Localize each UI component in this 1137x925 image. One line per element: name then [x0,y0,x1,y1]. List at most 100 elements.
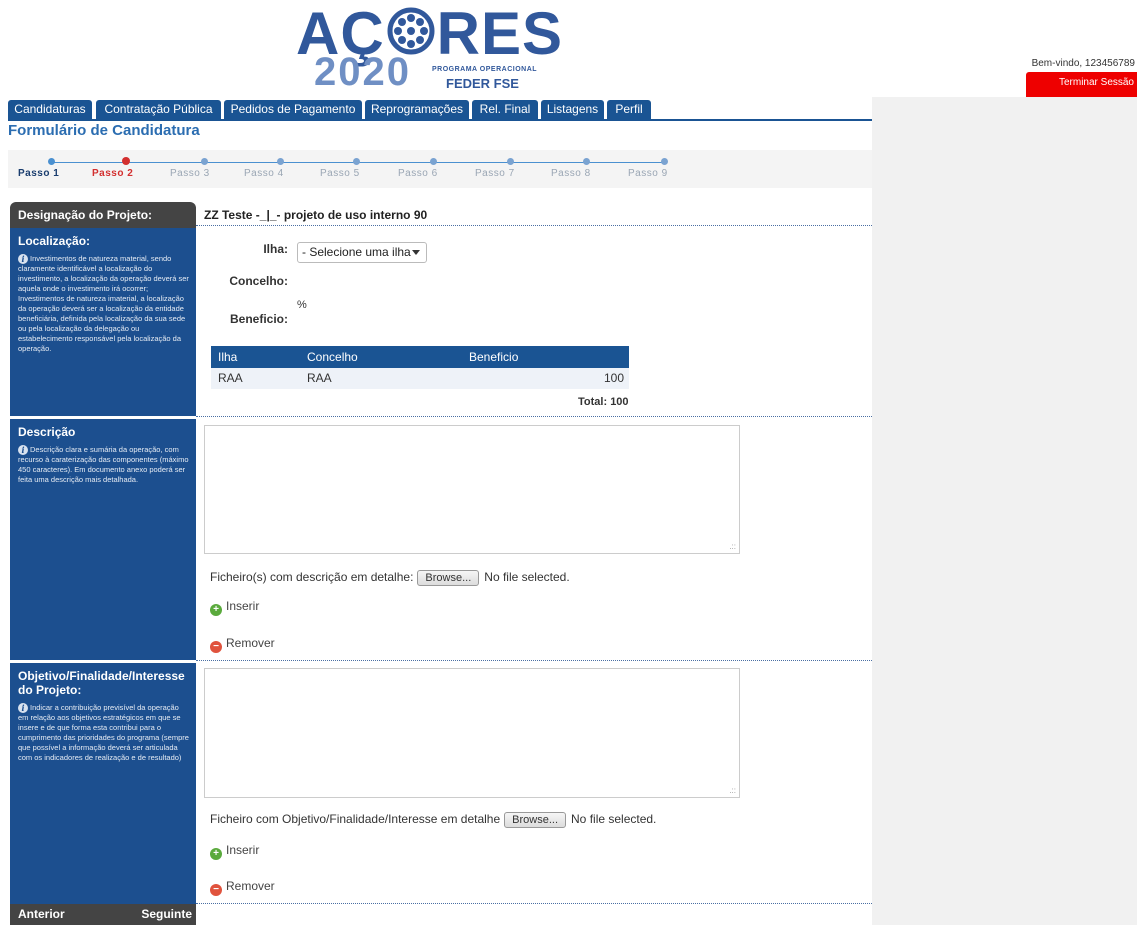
acores-2020-logo: AÇ RES 2020 PROGRAMA OPERACIONAL FEDER F… [296,4,562,94]
descricao-insert-button[interactable]: + Inserir [210,599,259,616]
next-button[interactable]: Seguinte [141,904,192,925]
localizacao-table: Ilha Concelho Beneficio RAA RAA 100 [211,346,629,389]
divider [196,660,872,661]
logout-button[interactable]: Terminar Sessão [1026,72,1137,97]
ilha-label: Ilha: [263,242,288,256]
step-navigation: Anterior Seguinte [10,904,196,925]
step-4-dot [277,158,284,165]
plus-icon: + [210,604,222,616]
localizacao-sidebar: Localização: i Investimentos de natureza … [10,228,196,416]
step-3-label[interactable]: Passo 3 [170,168,210,179]
table-row[interactable]: RAA RAA 100 [211,368,629,389]
logo-funds: FEDER FSE [446,76,519,91]
descricao-sidebar: Descrição i Descrição clara e sumária da … [10,419,196,660]
divider [196,903,872,904]
table-total: Total: 100 [578,396,629,408]
minus-icon: − [210,884,222,896]
total-label: Total: [578,396,608,408]
step-6-label[interactable]: Passo 6 [398,168,438,179]
ilha-select-value: - Selecione uma ilha - [302,245,419,259]
objetivo-remove-button[interactable]: − Remover [210,879,275,896]
divider [196,225,872,226]
objetivo-remove-label: Remover [226,879,275,893]
descricao-no-file: No file selected. [484,570,570,584]
descricao-remove-button[interactable]: − Remover [210,636,275,653]
step-2-label[interactable]: Passo 2 [92,168,133,179]
objetivo-textarea[interactable]: .:: [204,668,740,798]
tab-underline [8,119,872,121]
resize-grip-icon[interactable]: .:: [729,543,736,551]
step-3-dot [201,158,208,165]
descricao-title: Descrição [18,425,76,439]
step-5-dot [353,158,360,165]
objetivo-help: Indicar a contribuição previsível da ope… [18,703,189,762]
tab-contratacao-publica[interactable]: Contratação Pública [96,100,221,119]
info-icon: i [18,254,28,264]
logo-program: PROGRAMA OPERACIONAL [432,66,538,73]
welcome-text: Bem-vindo, 123456789 [1031,58,1135,69]
tab-rel-final[interactable]: Rel. Final [472,100,538,119]
tab-candidaturas[interactable]: Candidaturas [8,100,92,119]
beneficio-percent: % [297,299,307,311]
step-7-label[interactable]: Passo 7 [475,168,515,179]
cell-concelho: RAA [307,371,332,385]
descricao-file-row: Ficheiro(s) com descrição em detalhe: Bro… [210,570,570,586]
descricao-remove-label: Remover [226,636,275,650]
objetivo-browse-button[interactable]: Browse... [504,812,567,828]
tab-pedidos-pagamento[interactable]: Pedidos de Pagamento [224,100,362,119]
logo-ring-icon [387,7,435,55]
objetivo-insert-label: Inserir [226,843,260,857]
page-title: Formulário de Candidatura [8,122,200,139]
step-9-label[interactable]: Passo 9 [628,168,668,179]
objetivo-file-label: Ficheiro com Objetivo/Finalidade/Interes… [210,812,501,826]
tab-perfil[interactable]: Perfil [607,100,651,119]
divider [196,416,872,417]
beneficio-label: Beneficio: [229,312,288,326]
step-8-dot [583,158,590,165]
col-beneficio: Beneficio [469,350,519,364]
total-value: 100 [610,396,629,408]
col-concelho: Concelho [307,350,358,364]
ilha-select[interactable]: - Selecione uma ilha - [297,242,427,263]
concelho-label: Concelho: [229,274,288,288]
step-5-label[interactable]: Passo 5 [320,168,360,179]
tab-reprogramacoes[interactable]: Reprogramações [365,100,469,119]
localizacao-help: Investimentos de natureza material, send… [18,254,189,353]
descricao-insert-label: Inserir [226,599,260,613]
previous-button[interactable]: Anterior [18,904,65,925]
plus-icon: + [210,848,222,860]
descricao-file-label: Ficheiro(s) com descrição em detalhe: [210,570,414,584]
main-tabs: Candidaturas Contratação Pública Pedidos… [8,97,872,119]
chevron-down-icon [412,250,420,255]
step-4-label[interactable]: Passo 4 [244,168,284,179]
cell-ilha: RAA [218,371,243,385]
info-icon: i [18,703,28,713]
step-9-dot [661,158,668,165]
step-7-dot [507,158,514,165]
table-header: Ilha Concelho Beneficio [211,346,629,368]
step-8-label[interactable]: Passo 8 [551,168,591,179]
descricao-browse-button[interactable]: Browse... [417,570,480,586]
logo-year: 2020 [314,50,411,94]
minus-icon: − [210,641,222,653]
objetivo-no-file: No file selected. [571,812,657,826]
step-1-label[interactable]: Passo 1 [18,168,59,179]
objetivo-title: Objetivo/Finalidade/Interesse do Projeto… [18,669,185,697]
step-progress: Passo 1 Passo 2 Passo 3 Passo 4 Passo 5 … [8,150,872,188]
cell-beneficio: 100 [603,371,624,385]
designacao-label: Designação do Projeto: [10,202,196,228]
step-6-dot [430,158,437,165]
designacao-value: ZZ Teste -_|_- projeto de uso interno 90 [204,208,428,222]
objetivo-file-row: Ficheiro com Objetivo/Finalidade/Interes… [210,812,656,828]
tab-listagens[interactable]: Listagens [541,100,604,119]
step-1-dot [48,158,55,165]
localizacao-title: Localização: [18,234,91,248]
objetivo-insert-button[interactable]: + Inserir [210,843,259,860]
resize-grip-icon[interactable]: .:: [729,787,736,795]
descricao-textarea[interactable]: .:: [204,425,740,554]
step-2-dot [122,157,130,165]
objetivo-sidebar: Objetivo/Finalidade/Interesse do Projeto… [10,663,196,904]
col-ilha: Ilha [218,350,238,364]
right-background [872,97,1137,925]
logo-text-right: RES [436,0,564,67]
